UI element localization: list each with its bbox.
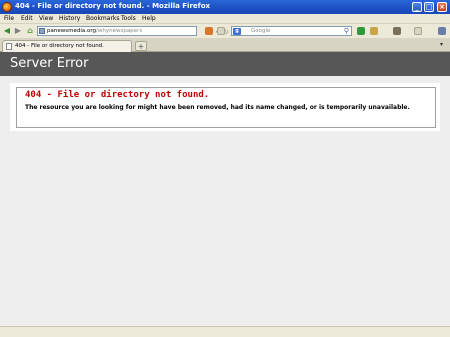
google-icon[interactable]: g — [233, 28, 241, 35]
error-box: 404 - File or directory not found. The r… — [16, 87, 436, 128]
url-text[interactable]: panewsmedia.org/whynewspapers — [47, 28, 142, 34]
menu-edit[interactable]: Edit — [21, 15, 33, 22]
forward-button[interactable]: ▶ — [13, 26, 23, 36]
server-error-title: Server Error — [10, 56, 89, 71]
search-input[interactable]: Google — [251, 28, 270, 34]
site-identity-icon[interactable] — [39, 28, 45, 34]
menu-file[interactable]: File — [4, 15, 14, 22]
tab-bar: 404 - File or directory not found. + ▾ — [0, 38, 450, 52]
menu-tools[interactable]: Tools — [121, 15, 136, 22]
page-content: Server Error 404 - File or directory not… — [0, 52, 450, 326]
firefox-logo-icon — [2, 2, 12, 12]
search-bar[interactable]: g Google ⚲ — [231, 26, 352, 36]
menu-bar: File Edit View History Bookmarks Tools H… — [0, 14, 450, 24]
new-tab-button[interactable]: + — [135, 41, 147, 51]
page-icon — [6, 43, 12, 50]
search-icon[interactable]: ⚲ — [344, 27, 349, 35]
error-description: The resource you are looking for might h… — [25, 104, 410, 111]
error-title: 404 - File or directory not found. — [25, 90, 210, 100]
toolbar-menu-icon[interactable] — [414, 27, 422, 35]
menu-help[interactable]: Help — [142, 15, 156, 22]
tab-label: 404 - File or directory not found. — [15, 43, 104, 49]
menu-bookmarks[interactable]: Bookmarks — [86, 15, 120, 22]
download-icon[interactable] — [357, 27, 365, 35]
url-bar[interactable]: panewsmedia.org/whynewspapers ☆ ▾ ↻ — [37, 26, 229, 36]
maximize-button[interactable]: □ — [424, 2, 434, 12]
window-title: 404 - File or directory not found. - Moz… — [15, 2, 211, 10]
addon-icon[interactable] — [205, 27, 213, 35]
tab-current[interactable]: 404 - File or directory not found. — [2, 40, 132, 52]
close-button[interactable]: × — [437, 2, 447, 12]
toolbar-extension-icon[interactable] — [393, 27, 401, 35]
tab-list-icon[interactable]: ▾ — [440, 41, 443, 48]
addon-dropdown-icon[interactable] — [217, 27, 225, 35]
navigation-toolbar: ◀ ▶ ⌂ panewsmedia.org/whynewspapers ☆ ▾ … — [0, 24, 450, 38]
home-icon[interactable]: ⌂ — [25, 26, 35, 36]
status-bar — [0, 326, 450, 337]
back-button[interactable]: ◀ — [2, 26, 12, 36]
window-titlebar: 404 - File or directory not found. - Moz… — [0, 0, 450, 14]
minimize-button[interactable]: _ — [412, 2, 422, 12]
toolbar-addon-icon[interactable] — [370, 27, 378, 35]
menu-history[interactable]: History — [59, 15, 80, 22]
menu-view[interactable]: View — [39, 15, 53, 22]
toolbar-settings-icon[interactable] — [438, 27, 446, 35]
server-error-header: Server Error — [0, 52, 450, 76]
